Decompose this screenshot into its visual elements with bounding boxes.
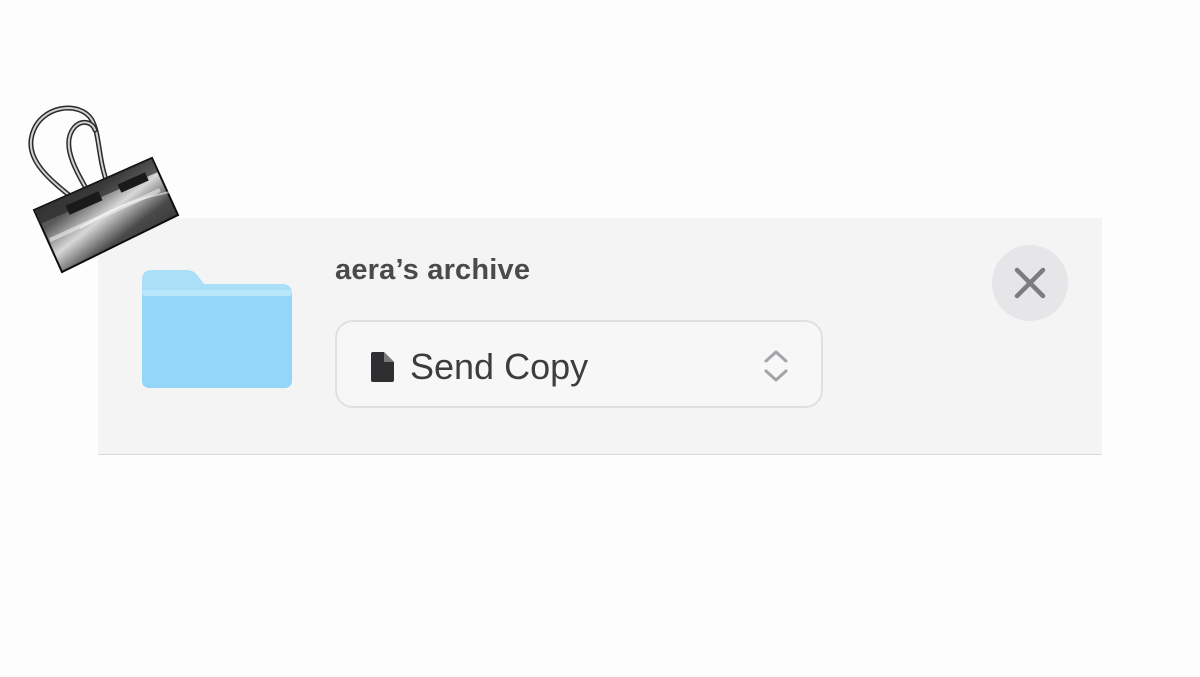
chevron-up-down-icon bbox=[763, 349, 789, 383]
page-title: aera’s archive bbox=[335, 254, 531, 286]
binder-clip-icon bbox=[20, 100, 190, 285]
screen: aera’s archive Send Copy bbox=[0, 0, 1200, 677]
folder-icon bbox=[138, 268, 294, 390]
doc-icon bbox=[369, 352, 394, 382]
close-button[interactable] bbox=[992, 245, 1068, 321]
action-picker-label: Send Copy bbox=[410, 346, 589, 387]
share-sheet-header: aera’s archive Send Copy bbox=[98, 218, 1102, 455]
action-picker[interactable]: Send Copy bbox=[335, 320, 823, 408]
